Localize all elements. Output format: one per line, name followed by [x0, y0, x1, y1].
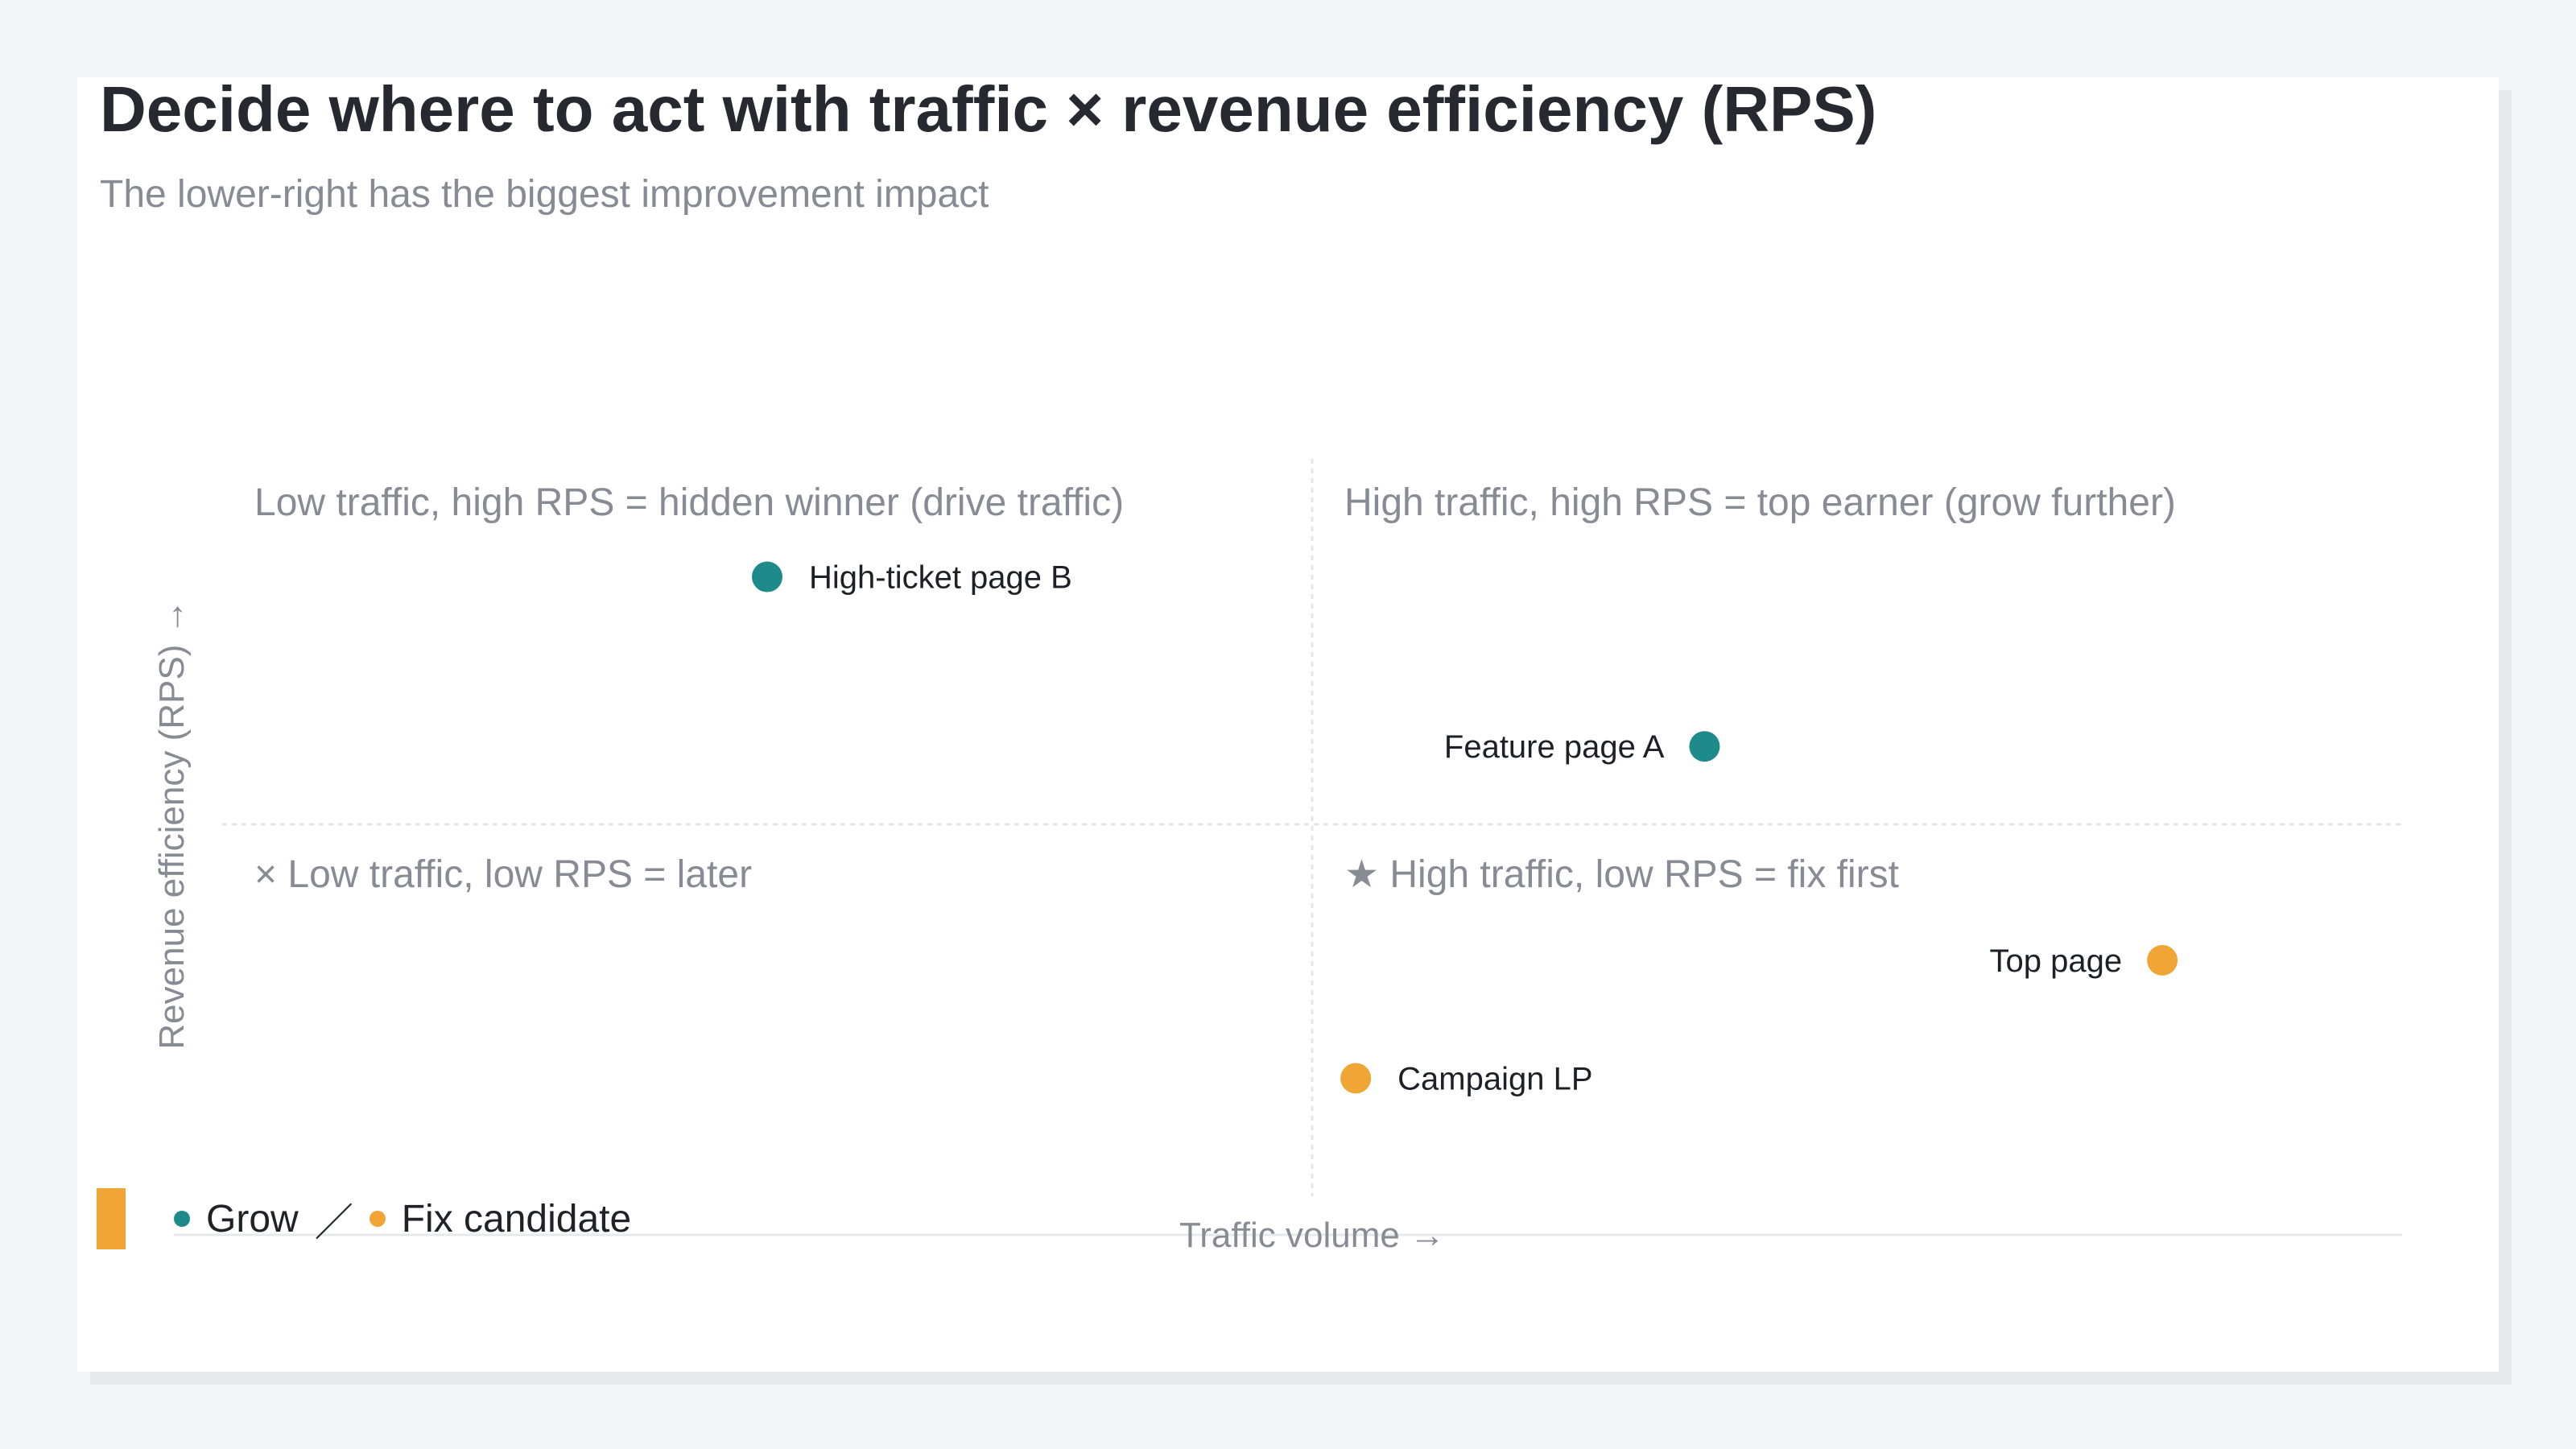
point-label-campaign-lp: Campaign LP — [1397, 1061, 1592, 1096]
quadrant-label-top-left: Low traffic, high RPS = hidden winner (d… — [254, 481, 1124, 524]
quadrant-label-bottom-left: × Low traffic, low RPS = later — [254, 853, 752, 896]
y-axis-title: Revenue efficiency (RPS) → — [152, 599, 192, 1049]
point-campaign-lp — [1340, 1063, 1372, 1094]
legend-dot-grow — [174, 1211, 190, 1227]
point-label-top-page: Top page — [1990, 943, 2123, 979]
legend-dot-fix-candidate — [369, 1211, 386, 1227]
point-high-ticket-page-b — [752, 561, 782, 592]
data-points: High-ticket page B Feature page A Top page… — [752, 560, 2178, 1096]
legend-label-fix-candidate: Fix candidate — [401, 1197, 632, 1241]
point-top-page — [2147, 944, 2178, 976]
point-label-high-ticket-page-b: High-ticket page B — [809, 560, 1072, 596]
quadrant-label-bottom-right: ★ High traffic, low RPS = fix first — [1344, 853, 1899, 896]
point-feature-page-a — [1689, 731, 1720, 762]
legend-separator: ／ — [314, 1202, 353, 1245]
quadrant-label-top-right: High traffic, high RPS = top earner (gro… — [1344, 481, 2176, 524]
legend-accent-bar — [97, 1188, 126, 1249]
point-label-feature-page-a: Feature page A — [1444, 729, 1665, 765]
x-axis-title: Traffic volume → — [1179, 1216, 1445, 1255]
legend-label-grow: Grow — [206, 1197, 299, 1241]
legend: Grow ／ Fix candidate — [97, 1188, 631, 1249]
